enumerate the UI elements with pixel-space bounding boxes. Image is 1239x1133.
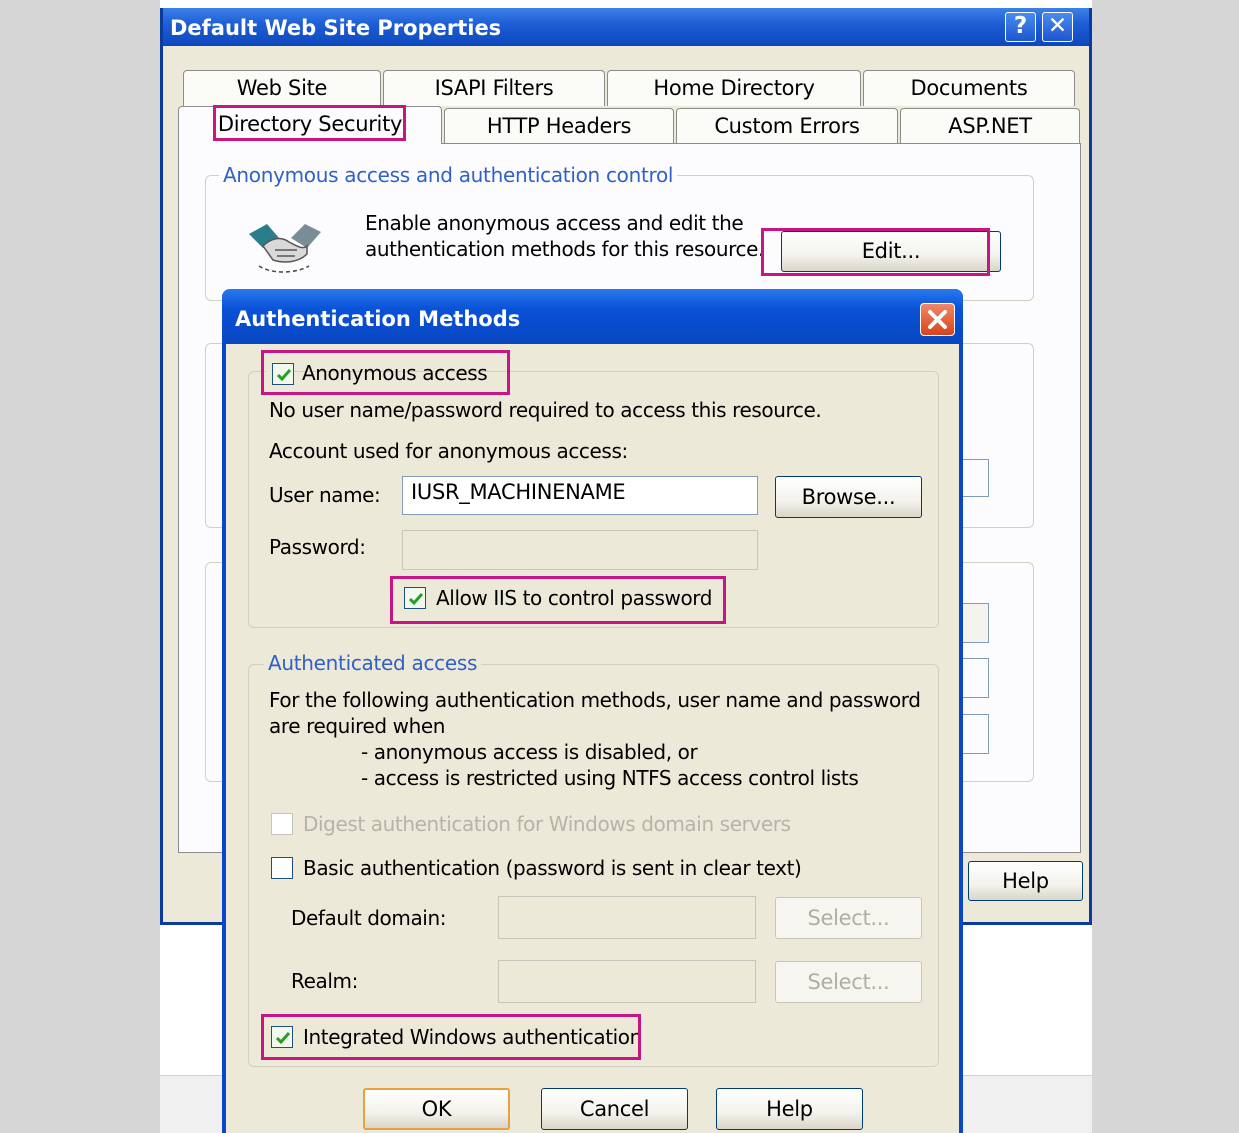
realm-select-button[interactable]: Select... bbox=[775, 961, 922, 1003]
realm-field[interactable] bbox=[498, 960, 756, 1003]
tab-http-headers[interactable]: HTTP Headers bbox=[444, 108, 674, 144]
edit-anonymous-button[interactable]: Edit... bbox=[781, 231, 1001, 272]
tab-home-directory[interactable]: Home Directory bbox=[607, 70, 861, 106]
default-domain-field[interactable] bbox=[498, 896, 756, 939]
digest-auth-checkbox[interactable] bbox=[271, 813, 293, 835]
tab-web-site[interactable]: Web Site bbox=[183, 70, 381, 106]
realm-label: Realm: bbox=[291, 969, 358, 993]
allow-iis-label: Allow IIS to control password bbox=[436, 586, 713, 610]
close-titlebar-button[interactable]: ✕ bbox=[1042, 12, 1073, 42]
checkmark-icon bbox=[408, 593, 424, 606]
outer-help-button[interactable]: Help bbox=[968, 861, 1083, 901]
authenticated-desc-2: are required when bbox=[269, 714, 446, 738]
password-field[interactable] bbox=[402, 530, 758, 570]
anonymous-description: No user name/password required to access… bbox=[269, 398, 822, 422]
authenticated-desc-4: - access is restricted using NTFS access… bbox=[361, 766, 859, 790]
tab-directory-security[interactable]: Directory Security bbox=[178, 106, 442, 144]
authentication-methods-dialog: Authentication Methods Anonymous access … bbox=[222, 289, 963, 1133]
tab-documents[interactable]: Documents bbox=[863, 70, 1075, 106]
browse-button[interactable]: Browse... bbox=[775, 476, 922, 518]
username-label: User name: bbox=[269, 483, 381, 507]
authenticated-desc-1: For the following authentication methods… bbox=[269, 688, 921, 712]
auth-dialog-title: Authentication Methods bbox=[222, 289, 963, 344]
anonymous-access-legend: Anonymous access bbox=[266, 357, 488, 387]
properties-dialog-title-text: Default Web Site Properties bbox=[170, 16, 502, 40]
properties-dialog-title: Default Web Site Properties bbox=[163, 8, 1089, 46]
cancel-button[interactable]: Cancel bbox=[541, 1088, 688, 1130]
ok-button[interactable]: OK bbox=[363, 1088, 510, 1130]
default-domain-select-button[interactable]: Select... bbox=[775, 897, 922, 939]
handshake-icon bbox=[249, 224, 321, 273]
anonymous-group-desc-1: Enable anonymous access and edit the bbox=[365, 211, 744, 235]
anonymous-access-checkbox[interactable] bbox=[272, 363, 294, 385]
digest-auth-label: Digest authentication for Windows domain… bbox=[303, 812, 791, 836]
default-domain-label: Default domain: bbox=[291, 906, 447, 930]
integrated-windows-auth-checkbox[interactable] bbox=[271, 1026, 293, 1048]
close-icon bbox=[928, 310, 947, 329]
checkmark-icon bbox=[276, 369, 292, 382]
background-right bbox=[1092, 0, 1239, 1133]
background-left bbox=[0, 0, 160, 1133]
anonymous-access-label: Anonymous access bbox=[302, 361, 488, 385]
basic-auth-label: Basic authentication (password is sent i… bbox=[303, 856, 802, 880]
auth-dialog-title-text: Authentication Methods bbox=[235, 307, 521, 331]
account-caption: Account used for anonymous access: bbox=[269, 439, 628, 463]
tab-custom-errors[interactable]: Custom Errors bbox=[676, 108, 898, 144]
allow-iis-checkbox[interactable] bbox=[404, 587, 426, 609]
help-button[interactable]: Help bbox=[716, 1088, 863, 1130]
tab-asp-net[interactable]: ASP.NET bbox=[900, 108, 1080, 144]
password-label: Password: bbox=[269, 535, 366, 559]
auth-close-button[interactable] bbox=[920, 303, 955, 336]
anonymous-group-legend: Anonymous access and authentication cont… bbox=[219, 163, 678, 187]
anonymous-group-desc-2: authentication methods for this resource… bbox=[365, 237, 764, 261]
checkmark-icon bbox=[275, 1032, 291, 1045]
basic-auth-checkbox[interactable] bbox=[271, 857, 293, 879]
tab-isapi-filters[interactable]: ISAPI Filters bbox=[383, 70, 605, 106]
integrated-windows-auth-label: Integrated Windows authentication bbox=[303, 1025, 642, 1049]
authenticated-access-legend: Authenticated access bbox=[264, 651, 482, 675]
help-titlebar-button[interactable]: ? bbox=[1005, 12, 1036, 42]
authenticated-desc-3: - anonymous access is disabled, or bbox=[361, 740, 698, 764]
username-field[interactable]: IUSR_MACHINENAME bbox=[402, 476, 758, 515]
